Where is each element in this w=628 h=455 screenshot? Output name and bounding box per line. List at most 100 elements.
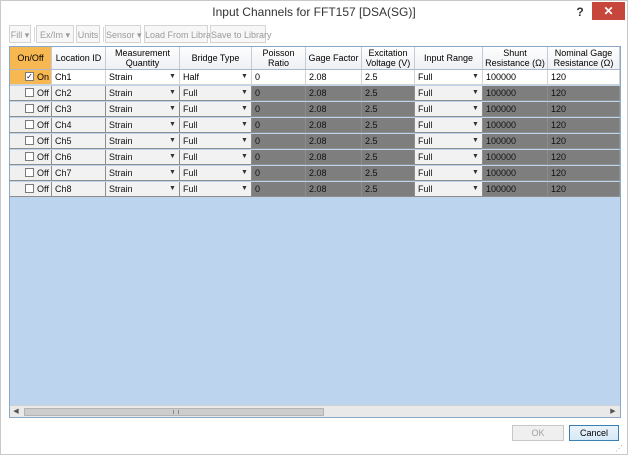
measurement-quantity-dropdown[interactable]: Strain ▼ (106, 150, 180, 165)
table-row[interactable]: Off Ch3 Strain ▼ Full ▼ 0 2.08 2.5 Full ▼ 100000 120 (10, 102, 620, 117)
location-id-cell[interactable]: Ch3 (52, 102, 106, 117)
measurement-quantity-dropdown[interactable]: Strain ▼ (106, 182, 180, 197)
table-row[interactable]: Off Ch2 Strain ▼ Full ▼ 0 2.08 2.5 Full ▼ 100000 120 (10, 86, 620, 101)
table-row[interactable]: Off Ch6 Strain ▼ Full ▼ 0 2.08 2.5 Full ▼ 100000 120 (10, 150, 620, 165)
header-input-range[interactable]: Input Range (415, 47, 483, 69)
chevron-down-icon[interactable]: ▼ (470, 103, 481, 115)
input-range-dropdown[interactable]: Full ▼ (415, 182, 483, 197)
nominal-gage-resistance-cell[interactable]: 120 (548, 118, 620, 133)
bridge-type-dropdown[interactable]: Half ▼ (180, 70, 252, 85)
header-gage-factor[interactable]: Gage Factor (306, 47, 362, 69)
table-row[interactable]: Off Ch5 Strain ▼ Full ▼ 0 2.08 2.5 Full ▼ 100000 120 (10, 134, 620, 149)
chevron-down-icon[interactable]: ▼ (167, 87, 178, 99)
poisson-ratio-cell[interactable]: 0 (252, 182, 306, 197)
poisson-ratio-cell[interactable]: 0 (252, 86, 306, 101)
nominal-gage-resistance-cell[interactable]: 120 (548, 182, 620, 197)
sensor-button[interactable]: Sensor ▾ (105, 25, 142, 43)
location-id-cell[interactable]: Ch4 (52, 118, 106, 133)
table-row[interactable]: Off Ch7 Strain ▼ Full ▼ 0 2.08 2.5 Full ▼ 100000 120 (10, 166, 620, 181)
measurement-quantity-dropdown[interactable]: Strain ▼ (106, 166, 180, 181)
channel-enable-checkbox[interactable] (25, 184, 34, 193)
title-bar[interactable]: Input Channels for FFT157 [DSA(SG)] ? ✕ (1, 1, 627, 23)
location-id-cell[interactable]: Ch6 (52, 150, 106, 165)
header-nominal-gage-resistance[interactable]: Nominal Gage Resistance (Ω) (548, 47, 620, 69)
horizontal-scrollbar[interactable]: ◀ ▶ (10, 405, 620, 417)
chevron-down-icon[interactable]: ▼ (239, 183, 250, 195)
chevron-down-icon[interactable]: ▼ (239, 87, 250, 99)
poisson-ratio-cell[interactable]: 0 (252, 150, 306, 165)
chevron-down-icon[interactable]: ▼ (470, 87, 481, 99)
header-shunt-resistance[interactable]: Shunt Resistance (Ω) (483, 47, 548, 69)
shunt-resistance-cell[interactable]: 100000 (483, 102, 548, 117)
chevron-down-icon[interactable]: ▼ (239, 151, 250, 163)
location-id-cell[interactable]: Ch1 (52, 70, 106, 85)
channel-enable-checkbox[interactable] (25, 88, 34, 97)
poisson-ratio-cell[interactable]: 0 (252, 118, 306, 133)
input-range-dropdown[interactable]: Full ▼ (415, 102, 483, 117)
on-off-cell[interactable]: Off (10, 118, 52, 133)
export-import-button[interactable]: Ex/Im ▾ (36, 25, 74, 43)
scroll-left-icon[interactable]: ◀ (10, 406, 22, 417)
table-row[interactable]: Off Ch8 Strain ▼ Full ▼ 0 2.08 2.5 Full ▼ 100000 120 (10, 182, 620, 197)
measurement-quantity-dropdown[interactable]: Strain ▼ (106, 134, 180, 149)
header-poisson-ratio[interactable]: Poisson Ratio (252, 47, 306, 69)
channel-enable-checkbox[interactable] (25, 120, 34, 129)
header-excitation-voltage[interactable]: Excitation Voltage (V) (362, 47, 415, 69)
poisson-ratio-cell[interactable]: 0 (252, 70, 306, 85)
measurement-quantity-dropdown[interactable]: Strain ▼ (106, 70, 180, 85)
scrollbar-thumb[interactable] (24, 408, 324, 416)
measurement-quantity-dropdown[interactable]: Strain ▼ (106, 86, 180, 101)
gage-factor-cell[interactable]: 2.08 (306, 118, 362, 133)
chevron-down-icon[interactable]: ▼ (167, 71, 178, 83)
chevron-down-icon[interactable]: ▼ (239, 119, 250, 131)
input-range-dropdown[interactable]: Full ▼ (415, 86, 483, 101)
input-range-dropdown[interactable]: Full ▼ (415, 166, 483, 181)
chevron-down-icon[interactable]: ▼ (470, 119, 481, 131)
chevron-down-icon[interactable]: ▼ (470, 135, 481, 147)
chevron-down-icon[interactable]: ▼ (470, 71, 481, 83)
excitation-voltage-cell[interactable]: 2.5 (362, 102, 415, 117)
cancel-button[interactable]: Cancel (569, 425, 619, 441)
table-row[interactable]: ✓ On Ch1 Strain ▼ Half ▼ 0 2.08 2.5 Full ▼ 100000 120 (10, 70, 620, 85)
nominal-gage-resistance-cell[interactable]: 120 (548, 102, 620, 117)
location-id-cell[interactable]: Ch5 (52, 134, 106, 149)
excitation-voltage-cell[interactable]: 2.5 (362, 150, 415, 165)
on-off-cell[interactable]: Off (10, 134, 52, 149)
shunt-resistance-cell[interactable]: 100000 (483, 150, 548, 165)
chevron-down-icon[interactable]: ▼ (239, 71, 250, 83)
measurement-quantity-dropdown[interactable]: Strain ▼ (106, 118, 180, 133)
location-id-cell[interactable]: Ch7 (52, 166, 106, 181)
nominal-gage-resistance-cell[interactable]: 120 (548, 86, 620, 101)
chevron-down-icon[interactable]: ▼ (167, 103, 178, 115)
location-id-cell[interactable]: Ch8 (52, 182, 106, 197)
excitation-voltage-cell[interactable]: 2.5 (362, 182, 415, 197)
shunt-resistance-cell[interactable]: 100000 (483, 86, 548, 101)
location-id-cell[interactable]: Ch2 (52, 86, 106, 101)
header-measurement-quantity[interactable]: Measurement Quantity (106, 47, 180, 69)
gage-factor-cell[interactable]: 2.08 (306, 166, 362, 181)
poisson-ratio-cell[interactable]: 0 (252, 134, 306, 149)
chevron-down-icon[interactable]: ▼ (239, 103, 250, 115)
on-off-cell[interactable]: ✓ On (10, 70, 52, 85)
bridge-type-dropdown[interactable]: Full ▼ (180, 86, 252, 101)
excitation-voltage-cell[interactable]: 2.5 (362, 134, 415, 149)
input-range-dropdown[interactable]: Full ▼ (415, 150, 483, 165)
on-off-cell[interactable]: Off (10, 166, 52, 181)
input-range-dropdown[interactable]: Full ▼ (415, 118, 483, 133)
measurement-quantity-dropdown[interactable]: Strain ▼ (106, 102, 180, 117)
chevron-down-icon[interactable]: ▼ (167, 119, 178, 131)
channel-enable-checkbox[interactable] (25, 168, 34, 177)
excitation-voltage-cell[interactable]: 2.5 (362, 118, 415, 133)
nominal-gage-resistance-cell[interactable]: 120 (548, 150, 620, 165)
chevron-down-icon[interactable]: ▼ (470, 167, 481, 179)
gage-factor-cell[interactable]: 2.08 (306, 86, 362, 101)
on-off-cell[interactable]: Off (10, 182, 52, 197)
chevron-down-icon[interactable]: ▼ (239, 135, 250, 147)
chevron-down-icon[interactable]: ▼ (470, 183, 481, 195)
units-button[interactable]: Units (76, 25, 100, 43)
header-bridge-type[interactable]: Bridge Type (180, 47, 252, 69)
gage-factor-cell[interactable]: 2.08 (306, 150, 362, 165)
excitation-voltage-cell[interactable]: 2.5 (362, 86, 415, 101)
nominal-gage-resistance-cell[interactable]: 120 (548, 166, 620, 181)
on-off-cell[interactable]: Off (10, 102, 52, 117)
